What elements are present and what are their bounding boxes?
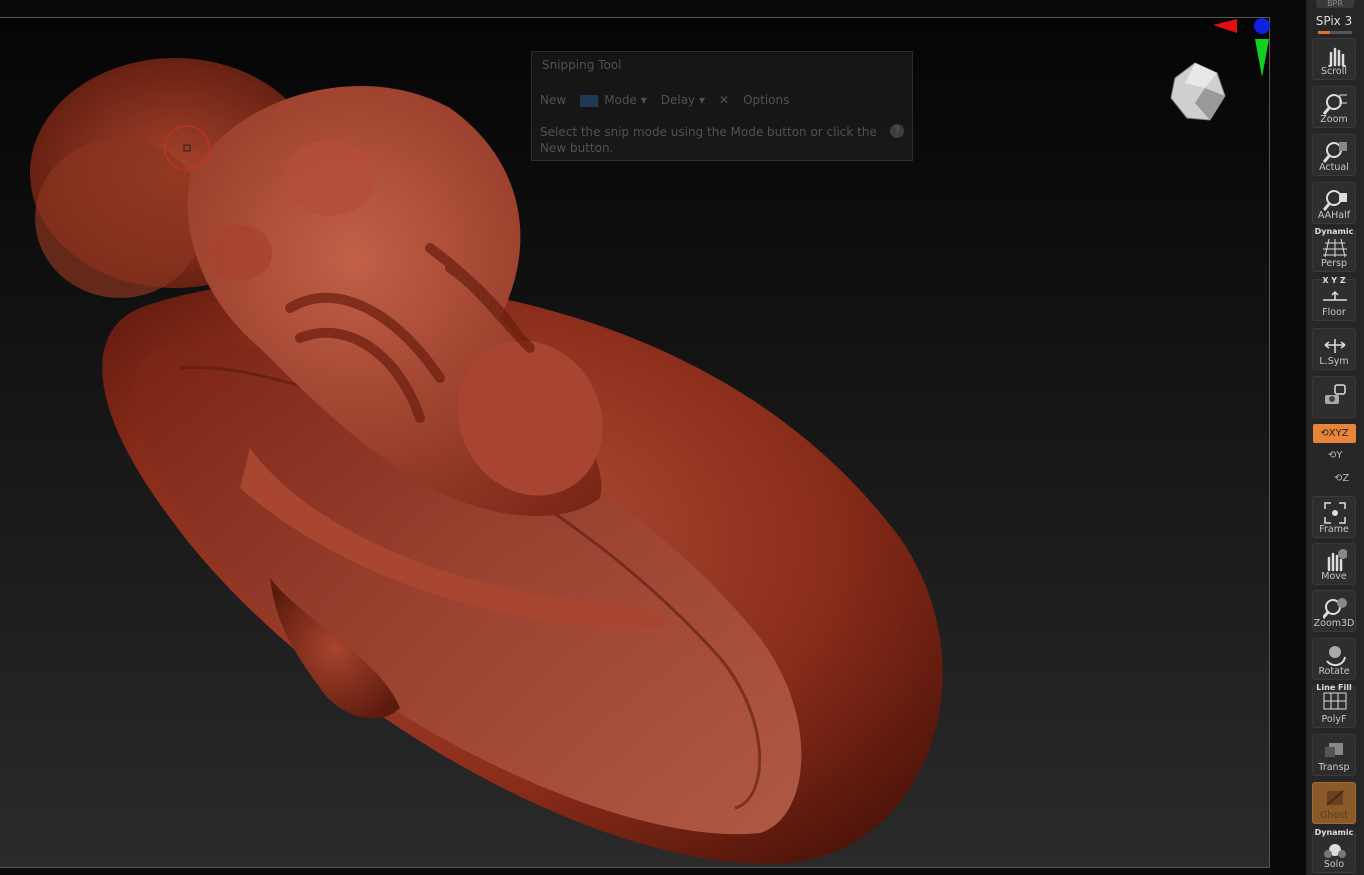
move-label: Move — [1321, 571, 1347, 582]
solo-button[interactable]: Dynamic Solo — [1312, 828, 1356, 873]
zoom3d-button[interactable]: Zoom3D — [1312, 590, 1356, 632]
3d-viewport[interactable]: Snipping Tool New Mode ▾ Delay ▾ ✕ Optio… — [0, 17, 1270, 868]
help-icon[interactable]: ? — [890, 124, 904, 138]
frame-icon — [1324, 502, 1346, 524]
transparency-icon — [1325, 743, 1343, 757]
perspective-grid-icon — [1323, 238, 1347, 258]
snipping-tool-toolbar: New Mode ▾ Delay ▾ ✕ Options — [540, 90, 904, 110]
lock-button[interactable] — [1312, 376, 1356, 418]
polyf-button[interactable]: Line Fill PolyF — [1312, 683, 1356, 728]
zoom3d-label: Zoom3D — [1313, 618, 1355, 629]
solo-top-label: Dynamic — [1314, 828, 1354, 837]
persp-top-label: Dynamic — [1314, 227, 1354, 236]
frame-button[interactable]: Frame — [1312, 496, 1356, 538]
xyz-rotate-toggle[interactable]: ⟲XYZ — [1313, 424, 1356, 443]
local-symmetry-icon — [1324, 339, 1346, 353]
z-axis-dot — [1254, 18, 1270, 34]
snip-options-button[interactable]: Options — [743, 93, 789, 107]
actual-size-icon — [1323, 142, 1347, 163]
floor-icon — [1323, 290, 1347, 301]
persp-button[interactable]: Dynamic Persp — [1312, 227, 1356, 272]
zoom3d-icon — [1323, 598, 1347, 619]
scroll-button[interactable]: Scroll — [1312, 38, 1356, 80]
z-rotate-icon[interactable]: ⟲Z — [1334, 473, 1349, 484]
bottom-strip — [0, 868, 1306, 875]
solo-icon — [1324, 844, 1346, 858]
scroll-hand-icon — [1328, 47, 1346, 67]
actual-button[interactable]: Actual — [1312, 134, 1356, 176]
aahalf-button[interactable]: AAHalf — [1312, 182, 1356, 224]
floor-top-label: X Y Z — [1322, 276, 1346, 285]
snip-mode-button[interactable]: Mode ▾ — [580, 93, 647, 107]
ghost-button[interactable]: Ghost — [1312, 782, 1356, 824]
zoom-button[interactable]: Zoom — [1312, 86, 1356, 128]
move-hand-icon — [1327, 549, 1347, 572]
ghost-icon — [1326, 790, 1344, 806]
solo-label: Solo — [1323, 859, 1345, 870]
snip-new-button[interactable]: New — [540, 93, 566, 107]
floor-label: Floor — [1322, 307, 1346, 318]
snipping-tool-title: Snipping Tool — [542, 58, 622, 72]
transp-button[interactable]: Transp — [1312, 734, 1356, 776]
spix-slider-fill — [1318, 31, 1330, 34]
frame-label: Frame — [1319, 524, 1349, 535]
floor-button[interactable]: X Y Z Floor — [1312, 276, 1356, 321]
persp-label: Persp — [1320, 258, 1348, 269]
move-button[interactable]: Move — [1312, 543, 1356, 585]
snipping-tool-message: Select the snip mode using the Mode butt… — [540, 125, 877, 155]
rotate-button[interactable]: Rotate — [1312, 638, 1356, 680]
snip-mode-label: Mode — [604, 93, 637, 107]
lsym-label: L.Sym — [1319, 356, 1349, 367]
aahalf-label: AAHalf — [1317, 210, 1351, 221]
snip-new-label: New — [540, 93, 567, 107]
rotate-icon — [1326, 646, 1346, 667]
y-rotate-icon[interactable]: ⟲Y — [1328, 450, 1343, 461]
snipping-tool-window: Snipping Tool New Mode ▾ Delay ▾ ✕ Optio… — [531, 51, 913, 161]
snip-cancel-icon[interactable]: ✕ — [719, 93, 729, 107]
ghost-label: Ghost — [1320, 810, 1348, 821]
transp-label: Transp — [1318, 762, 1350, 773]
zoom-magnifier-icon — [1323, 94, 1347, 115]
polyf-label: PolyF — [1321, 714, 1347, 725]
snip-delay-button[interactable]: Delay ▾ — [661, 93, 705, 107]
y-axis-arrow — [1255, 39, 1269, 77]
x-axis-arrow — [1213, 19, 1237, 33]
spix-slider-label[interactable]: SPix 3 — [1314, 14, 1354, 28]
polyf-top-label: Line Fill — [1316, 683, 1352, 692]
camera-lock-icon — [1325, 384, 1346, 404]
zoom-label: Zoom — [1320, 114, 1348, 125]
snip-mode-icon — [580, 94, 599, 107]
spix-slider[interactable] — [1318, 31, 1352, 34]
polyframe-grid-icon — [1323, 692, 1347, 710]
snip-delay-label: Delay — [660, 93, 696, 107]
bpr-button[interactable]: BPR — [1316, 0, 1354, 8]
scroll-label: Scroll — [1320, 66, 1348, 77]
xyz-label: XYZ — [1328, 428, 1349, 439]
navigation-head-icon[interactable] — [1165, 58, 1235, 128]
snip-options-label: Options — [743, 93, 790, 107]
aahalf-icon — [1323, 190, 1347, 211]
lsym-button[interactable]: L.Sym — [1312, 328, 1356, 370]
actual-label: Actual — [1319, 162, 1349, 173]
rotate-label: Rotate — [1318, 666, 1350, 677]
